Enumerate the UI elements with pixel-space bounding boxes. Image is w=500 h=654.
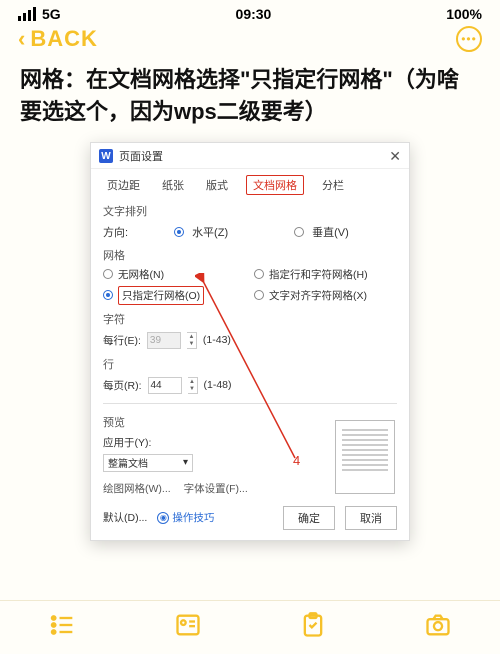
back-button[interactable]: ‹ BACK bbox=[18, 26, 98, 52]
chevron-down-icon: ▾ bbox=[183, 457, 188, 468]
apply-to-label: 应用于(Y): bbox=[103, 435, 151, 450]
page-heading: 网格：在文档网格选择"只指定行网格"（为啥要选这个，因为wps二级要考） bbox=[0, 60, 500, 138]
clock: 09:30 bbox=[61, 6, 447, 22]
tips-link[interactable]: ◉操作技巧 bbox=[157, 510, 214, 525]
nav-camera-icon[interactable] bbox=[424, 611, 452, 644]
radio-line-char-grid[interactable] bbox=[254, 269, 264, 279]
radio-horizontal[interactable] bbox=[174, 227, 184, 237]
chars-section-label: 字符 bbox=[91, 307, 409, 329]
radio-no-grid[interactable] bbox=[103, 269, 113, 279]
page-setup-dialog: W 页面设置 ✕ 页边距 纸张 版式 文档网格 分栏 文字排列 方向: 水平(Z… bbox=[90, 142, 410, 541]
signal-icon bbox=[18, 7, 36, 21]
cancel-button[interactable]: 取消 bbox=[345, 506, 397, 530]
chars-stepper: ▲▼ bbox=[187, 332, 197, 349]
lines-section-label: 行 bbox=[91, 352, 409, 374]
line-only-label: 只指定行网格(O) bbox=[118, 286, 204, 305]
nav-list-icon[interactable] bbox=[49, 611, 77, 644]
lightbulb-icon: ◉ bbox=[157, 512, 169, 524]
lines-stepper[interactable]: ▲▼ bbox=[188, 377, 198, 394]
chars-per-line-input: 39 bbox=[147, 332, 181, 349]
more-button[interactable]: ••• bbox=[456, 26, 482, 52]
chars-range: (1-43) bbox=[203, 334, 231, 346]
draw-grid-link[interactable]: 绘图网格(W)... bbox=[103, 483, 171, 495]
char-align-label: 文字对齐字符网格(X) bbox=[269, 288, 367, 303]
tab-margins[interactable]: 页边距 bbox=[103, 175, 144, 195]
tab-paper[interactable]: 纸张 bbox=[158, 175, 188, 195]
vertical-label: 垂直(V) bbox=[312, 224, 349, 240]
per-line-label: 每行(E): bbox=[103, 333, 141, 348]
back-label: BACK bbox=[30, 26, 98, 52]
nav-card-icon[interactable] bbox=[174, 611, 202, 644]
chevron-left-icon: ‹ bbox=[18, 26, 26, 52]
tab-layout[interactable]: 版式 bbox=[202, 175, 232, 195]
line-char-label: 指定行和字符网格(H) bbox=[269, 267, 368, 282]
close-icon[interactable]: ✕ bbox=[389, 148, 401, 165]
per-page-label: 每页(R): bbox=[103, 378, 142, 393]
nav-clipboard-icon[interactable] bbox=[299, 611, 327, 644]
tab-document-grid[interactable]: 文档网格 bbox=[246, 175, 304, 195]
direction-label: 方向: bbox=[103, 224, 128, 240]
lines-per-page-input[interactable]: 44 bbox=[148, 377, 182, 394]
network-label: 5G bbox=[42, 6, 61, 22]
bottom-nav bbox=[0, 600, 500, 654]
apply-to-value: 整篇文档 bbox=[108, 455, 148, 470]
tab-columns[interactable]: 分栏 bbox=[318, 175, 348, 195]
default-link[interactable]: 默认(D)... bbox=[103, 510, 147, 525]
battery-label: 100% bbox=[446, 6, 482, 22]
font-settings-link[interactable]: 字体设置(F)... bbox=[184, 483, 248, 495]
horizontal-label: 水平(Z) bbox=[192, 224, 228, 240]
lines-range: (1-48) bbox=[204, 379, 232, 391]
apply-to-select[interactable]: 整篇文档 ▾ bbox=[103, 454, 193, 472]
no-grid-label: 无网格(N) bbox=[118, 267, 164, 282]
preview-thumbnail bbox=[335, 420, 395, 494]
dialog-title: 页面设置 bbox=[119, 148, 163, 164]
app-logo-icon: W bbox=[99, 149, 113, 163]
grid-section-label: 网格 bbox=[91, 243, 409, 265]
dialog-tabs: 页边距 纸张 版式 文档网格 分栏 bbox=[91, 169, 409, 199]
radio-vertical[interactable] bbox=[294, 227, 304, 237]
text-layout-label: 文字排列 bbox=[91, 199, 409, 221]
annotation-number: 4 bbox=[293, 453, 300, 468]
radio-line-only-grid[interactable] bbox=[103, 290, 113, 300]
ok-button[interactable]: 确定 bbox=[283, 506, 335, 530]
radio-char-align-grid[interactable] bbox=[254, 290, 264, 300]
